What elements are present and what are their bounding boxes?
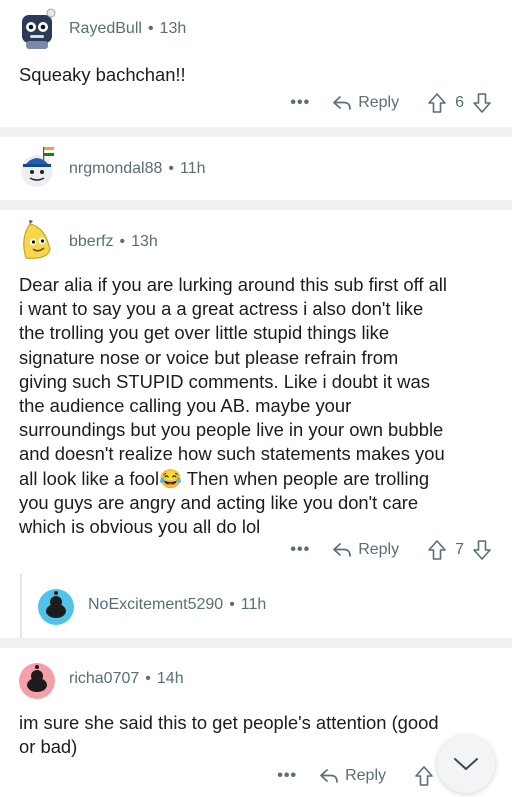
more-options-icon[interactable]: ••• (277, 767, 297, 785)
avatar-banana-icon (23, 220, 51, 259)
body-line: im sure she said this to get people's at… (19, 712, 439, 733)
separator: • (147, 20, 154, 37)
avatar[interactable] (38, 587, 74, 625)
reply-label: Reply (358, 541, 400, 558)
comment-author[interactable]: bberfz (69, 233, 113, 251)
comment-header: NoExcitement5290 • 11h (38, 587, 267, 625)
comment-time: 13h (131, 233, 158, 250)
more-options-icon[interactable]: ••• (290, 541, 310, 559)
body-line: signature nose or voice but please refra… (19, 346, 399, 368)
vote-controls: 6 (427, 92, 492, 114)
body-line: i want to say you a a great actress i al… (19, 298, 424, 320)
comment-noexcitement5290[interactable]: NoExcitement5290 • 11h (0, 575, 512, 638)
comment-header: nrgmondal88 • 11h (19, 147, 206, 187)
laughing-emoji-icon: 😂 (159, 467, 182, 489)
body-line-text: all look like a fool (19, 467, 160, 489)
comment-divider (0, 638, 512, 648)
avatar[interactable] (19, 147, 55, 187)
body-line-text: Then when people are trolling (181, 467, 430, 489)
comment-author[interactable]: RayedBull (69, 20, 142, 38)
avatar-robot-icon (22, 8, 56, 49)
comment-time: 11h (180, 160, 206, 177)
body-line: the audience calling you AB. maybe your (19, 395, 352, 417)
comment-body: Dear alia if you are lurking around this… (19, 273, 495, 539)
vote-count: 7 (455, 541, 464, 558)
comment-actions: ••• Reply 6 (290, 91, 492, 115)
body-line: or bad) (19, 736, 78, 758)
body-line: giving such STUPID comments. Like i doub… (19, 370, 430, 392)
reply-arrow-icon (333, 96, 352, 110)
vote-controls: 7 (427, 539, 492, 561)
reply-arrow-icon (333, 543, 352, 557)
comment-body: im sure she said this to get people's at… (19, 711, 495, 759)
comment-author[interactable]: richa0707 (69, 670, 139, 688)
separator: • (229, 596, 235, 613)
body-line: you guys are angry and acting like you d… (19, 491, 419, 513)
body-line: and doesn't realize how such statements … (19, 443, 445, 465)
comment-rayedbull: RayedBull • 13h Squeaky bachchan!! ••• R… (0, 0, 512, 127)
reply-label: Reply (358, 94, 400, 111)
comment-bberfz: bberfz • 13h Dear alia if you are lurkin… (0, 210, 512, 638)
separator: • (145, 670, 151, 687)
reply-button[interactable]: Reply (332, 541, 399, 559)
comment-divider (0, 127, 512, 137)
avatar-snoo-icon (19, 663, 55, 699)
comment-actions: ••• Reply 7 (290, 538, 492, 562)
comment-author[interactable]: NoExcitement5290 (88, 596, 223, 614)
body-line: which is obvious you all do lol (19, 516, 261, 538)
upvote-icon[interactable] (414, 765, 434, 787)
avatar-snoo-icon (38, 589, 74, 625)
vote-controls (414, 765, 434, 787)
separator: • (168, 160, 175, 177)
avatar[interactable] (19, 8, 56, 49)
comment-time: 14h (156, 670, 184, 687)
scroll-down-button[interactable] (437, 735, 495, 793)
comment-body: Squeaky bachchan!! (19, 64, 186, 85)
downvote-icon[interactable] (472, 539, 492, 561)
comment-time: 13h (159, 20, 187, 37)
downvote-icon[interactable] (472, 92, 492, 114)
upvote-icon[interactable] (427, 92, 447, 114)
reply-button[interactable]: Reply (332, 94, 399, 112)
avatar[interactable] (19, 661, 55, 699)
body-line: the trolling you get over little stupid … (19, 322, 390, 344)
comment-divider (0, 200, 512, 210)
comment-actions: ••• Reply (277, 764, 434, 788)
reply-button[interactable]: Reply (319, 767, 386, 785)
comment-richa0707: richa0707 • 14h im sure she said this to… (0, 648, 512, 797)
comment-header: bberfz • 13h (19, 220, 158, 260)
comment-nrgmondal88[interactable]: nrgmondal88 • 11h (0, 137, 512, 200)
avatar-cap-icon (21, 147, 54, 187)
body-line: all look like a fool😂 Then when people a… (19, 467, 495, 491)
more-options-icon[interactable]: ••• (290, 94, 310, 112)
body-line: surroundings but you people live in your… (19, 419, 444, 441)
comment-header: RayedBull • 13h (19, 8, 187, 49)
reply-label: Reply (345, 767, 386, 784)
chevron-down-icon (454, 758, 478, 770)
separator: • (119, 233, 126, 250)
upvote-icon[interactable] (427, 539, 447, 561)
avatar[interactable] (19, 220, 55, 260)
comment-header: richa0707 • 14h (19, 661, 184, 699)
comment-time: 11h (240, 596, 267, 613)
reply-arrow-icon (320, 769, 338, 783)
vote-count: 6 (455, 94, 464, 111)
body-line: Dear alia if you are lurking around this… (19, 274, 447, 295)
comment-author[interactable]: nrgmondal88 (69, 160, 162, 178)
